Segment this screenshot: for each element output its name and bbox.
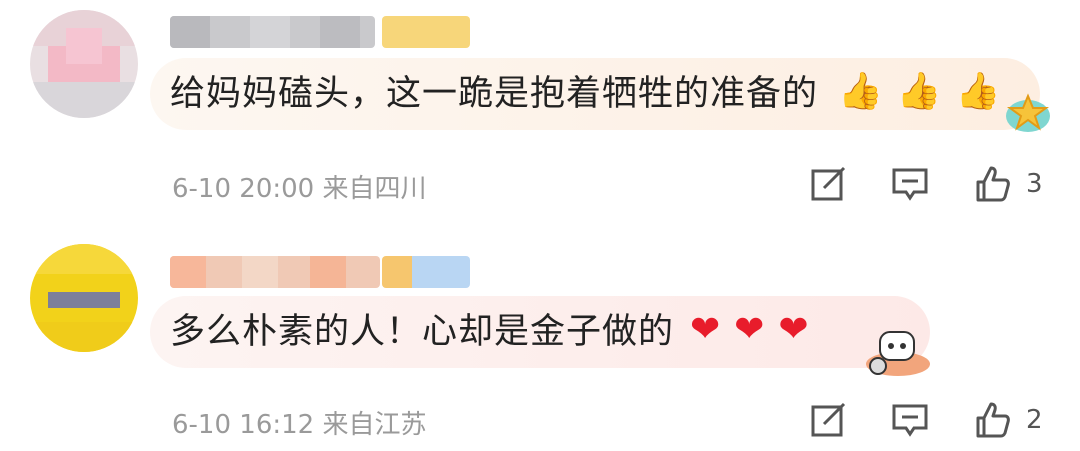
heart-icon: ❤ [734,309,765,350]
robot-sticker [866,331,930,376]
avatar[interactable] [30,244,138,352]
username-blurred[interactable] [170,256,380,288]
heart-icon: ❤ [778,309,809,350]
like-count: 2 [1026,405,1043,435]
emoji-group: 👍 👍 👍 [838,70,1000,114]
reply-icon[interactable] [890,400,930,440]
heart-icon: ❤ [690,309,721,350]
comment-text: 多么朴素的人！心却是金子做的 [170,312,675,352]
reply-icon[interactable] [890,164,930,204]
like-icon[interactable] [972,400,1012,440]
username-blurred[interactable] [170,16,375,48]
emoji-group: ❤ ❤ ❤ [690,308,809,352]
thumbs-up-icon: 👍 [896,71,942,112]
user-badge [382,16,470,48]
comment-text: 给妈妈磕头，这一跪是抱着牺牲的准备的 [170,74,819,114]
edit-icon[interactable] [808,400,848,440]
comment-item-2: 多么朴素的人！心却是金子做的 ❤ ❤ ❤ 6-10 16:12 来自江苏 2 [0,226,1080,451]
comment-item-1: 给妈妈磕头，这一跪是抱着牺牲的准备的 👍 👍 👍 6-10 20:00 来自四川… [0,0,1080,226]
avatar[interactable] [30,10,138,118]
star-badge-sticker [1006,93,1050,132]
comment-meta: 6-10 20:00 来自四川 [172,174,427,204]
comment-meta: 6-10 16:12 来自江苏 [172,410,427,440]
user-badge [382,256,470,288]
thumbs-up-icon: 👍 [838,71,883,112]
like-icon[interactable] [972,164,1012,204]
like-count: 3 [1026,169,1043,199]
thumbs-up-icon: 👍 [955,71,1001,112]
edit-icon[interactable] [808,164,848,204]
